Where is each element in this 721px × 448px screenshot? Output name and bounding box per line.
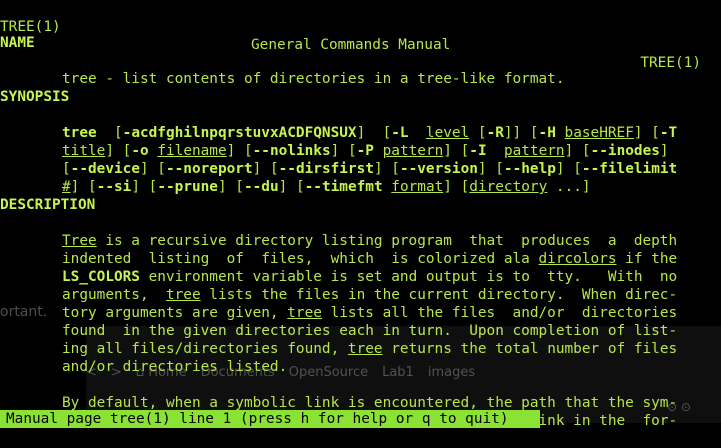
description-line: and/or directories listed. bbox=[0, 340, 721, 375]
synopsis-option: --si bbox=[96, 179, 132, 195]
synopsis-arg: # bbox=[62, 179, 71, 195]
terminal-window[interactable]: TREE(1) General Commands Manual TREE(1) … bbox=[0, 0, 721, 429]
section-name-heading: NAME bbox=[0, 35, 35, 51]
synopsis-text: ...] bbox=[547, 179, 591, 195]
description-line: LS_COLORS environment variable is set an… bbox=[0, 250, 721, 285]
synopsis-text: ] [ bbox=[278, 179, 305, 195]
synopsis-line-3: [--device] [--noreport] [--dirsfirst] [-… bbox=[0, 142, 721, 177]
description-line: By default, when a symbolic link is enco… bbox=[0, 376, 721, 411]
synopsis-text: ] [ bbox=[443, 179, 470, 195]
section-description-heading: DESCRIPTION bbox=[0, 197, 96, 213]
man-header: TREE(1) General Commands Manual TREE(1) bbox=[0, 0, 721, 71]
pager-status-bar: Manual page tree(1) line 1 (press h for … bbox=[0, 410, 540, 428]
synopsis-line-1: tree [-acdfghilnpqrstuvxACDFQNSUX] [-L l… bbox=[0, 106, 721, 141]
synopsis-arg: directory bbox=[469, 179, 548, 195]
synopsis-text: ] [ bbox=[217, 179, 244, 195]
description-line: arguments, tree lists the files in the c… bbox=[0, 268, 721, 303]
synopsis-option: --prune bbox=[157, 179, 218, 195]
synopsis-line-4: #] [--si] [--prune] [--du] [--timefmt fo… bbox=[0, 160, 721, 195]
description-line: tory arguments are given, tree lists all… bbox=[0, 286, 721, 321]
description-line: found in the given directories each in t… bbox=[0, 304, 721, 339]
name-body-line: tree - list contents of directories in a… bbox=[0, 52, 721, 87]
description-line: indented listing of files, which is colo… bbox=[0, 232, 721, 267]
description-line: ing all files/directories found, tree re… bbox=[0, 322, 721, 357]
description-line: Tree is a recursive directory listing pr… bbox=[0, 214, 721, 249]
description-text: and/or directories listed. bbox=[62, 359, 288, 375]
synopsis-text: ] [ bbox=[131, 179, 158, 195]
synopsis-line-2: title] [-o filename] [--nolinks] [-P pat… bbox=[0, 124, 721, 159]
synopsis-option: --timefmt bbox=[304, 179, 383, 195]
name-body: tree - list contents of directories in a… bbox=[62, 71, 565, 87]
background-side-text: ortant. bbox=[0, 304, 48, 320]
synopsis-option: --du bbox=[243, 179, 279, 195]
synopsis-text bbox=[383, 179, 392, 195]
synopsis-arg: format bbox=[391, 179, 444, 195]
section-synopsis-heading: SYNOPSIS bbox=[0, 89, 70, 105]
synopsis-text: ] [ bbox=[70, 179, 97, 195]
